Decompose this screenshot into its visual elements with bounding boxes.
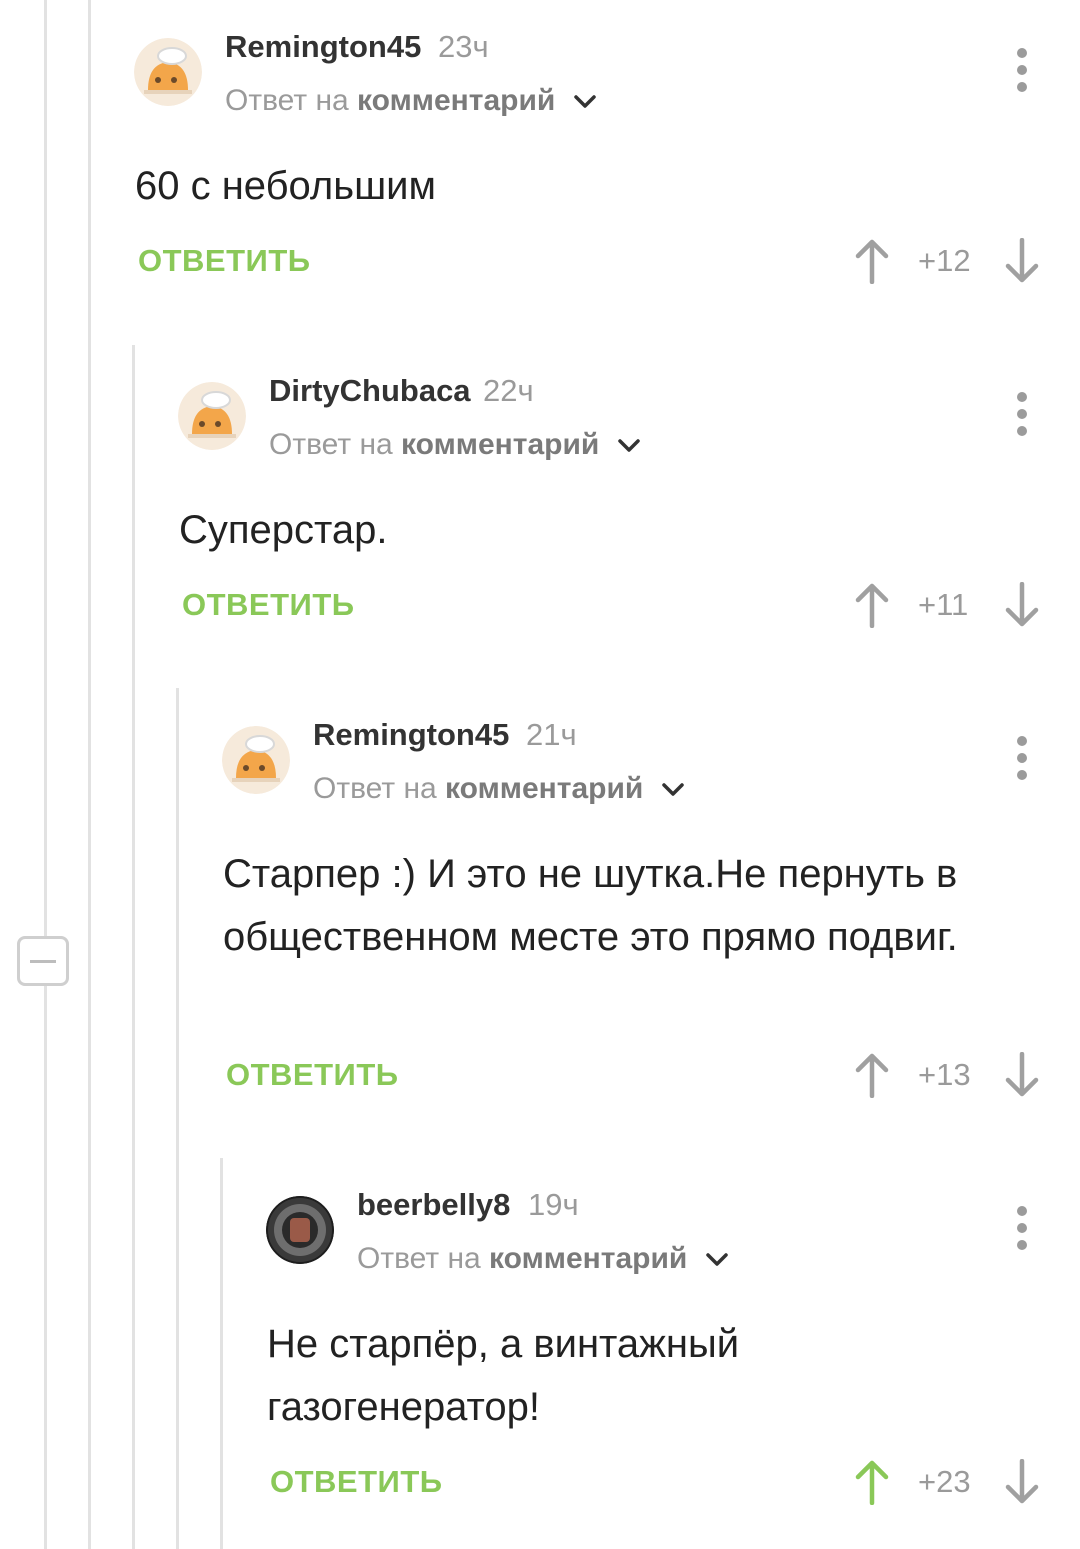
vote-score: +11	[918, 587, 969, 622]
more-vertical-icon[interactable]	[1012, 1206, 1032, 1250]
thread-line-level-1	[88, 0, 91, 1549]
minus-icon	[30, 960, 56, 963]
reply-button[interactable]: ОТВЕТИТЬ	[182, 587, 355, 623]
arrow-down-icon[interactable]	[1004, 238, 1040, 284]
reply-to-prefix: Ответ на	[269, 428, 393, 461]
username[interactable]: Remington45	[313, 717, 509, 753]
reply-button[interactable]: ОТВЕТИТЬ	[226, 1057, 399, 1093]
reply-to-link[interactable]: Ответ на комментарий	[225, 84, 596, 118]
vote-score: +23	[918, 1464, 971, 1499]
timestamp: 23ч	[438, 29, 489, 64]
more-vertical-icon[interactable]	[1012, 736, 1032, 780]
reply-to-prefix: Ответ на	[357, 1242, 481, 1275]
reply-to-target: комментарий	[445, 772, 644, 805]
arrow-down-icon[interactable]	[1004, 1052, 1040, 1098]
reply-to-target: комментарий	[489, 1242, 688, 1275]
avatar[interactable]	[222, 726, 290, 794]
vote-score: +13	[918, 1057, 971, 1092]
vote-score: +12	[918, 243, 971, 278]
avatar[interactable]	[178, 382, 246, 450]
reply-to-link[interactable]: Ответ на комментарий	[357, 1242, 728, 1276]
arrow-up-icon[interactable]	[854, 1052, 890, 1098]
arrow-up-icon[interactable]	[854, 238, 890, 284]
chevron-down-icon	[573, 95, 596, 108]
arrow-up-icon[interactable]	[854, 1459, 890, 1505]
username[interactable]: Remington45	[225, 29, 421, 65]
username[interactable]: DirtyChubaca	[269, 373, 471, 409]
comment-text: 60 с небольшим	[135, 164, 436, 208]
more-vertical-icon[interactable]	[1012, 392, 1032, 436]
avatar[interactable]	[134, 38, 202, 106]
arrow-down-icon[interactable]	[1004, 1459, 1040, 1505]
thread-line-level-0	[44, 0, 47, 1549]
more-vertical-icon[interactable]	[1012, 48, 1032, 92]
comment-text: Суперстар.	[179, 508, 388, 552]
comment-text: Старпер :) И это не шутка.Не пернуть в о…	[223, 852, 958, 959]
username[interactable]: beerbelly8	[357, 1187, 510, 1223]
collapse-thread-button[interactable]	[17, 936, 69, 986]
thread-line-level-3	[176, 688, 179, 1549]
thread-line-level-2	[132, 345, 135, 1549]
reply-to-prefix: Ответ на	[225, 84, 349, 117]
reply-to-link[interactable]: Ответ на комментарий	[313, 772, 684, 806]
comment-text: Не старпёр, а винтажный газогенератор!	[267, 1322, 740, 1429]
reply-to-target: комментарий	[357, 84, 556, 117]
chevron-down-icon	[705, 1253, 728, 1266]
avatar[interactable]	[266, 1196, 334, 1264]
timestamp: 19ч	[528, 1187, 579, 1222]
reply-button[interactable]: ОТВЕТИТЬ	[270, 1464, 443, 1500]
reply-to-prefix: Ответ на	[313, 772, 437, 805]
timestamp: 21ч	[526, 717, 577, 752]
reply-button[interactable]: ОТВЕТИТЬ	[138, 243, 311, 279]
reply-to-link[interactable]: Ответ на комментарий	[269, 428, 640, 462]
chevron-down-icon	[617, 439, 640, 452]
arrow-down-icon[interactable]	[1004, 582, 1040, 628]
chevron-down-icon	[661, 783, 684, 796]
thread-line-level-4	[220, 1158, 223, 1549]
arrow-up-icon[interactable]	[854, 582, 890, 628]
timestamp: 22ч	[483, 373, 534, 408]
reply-to-target: комментарий	[401, 428, 600, 461]
